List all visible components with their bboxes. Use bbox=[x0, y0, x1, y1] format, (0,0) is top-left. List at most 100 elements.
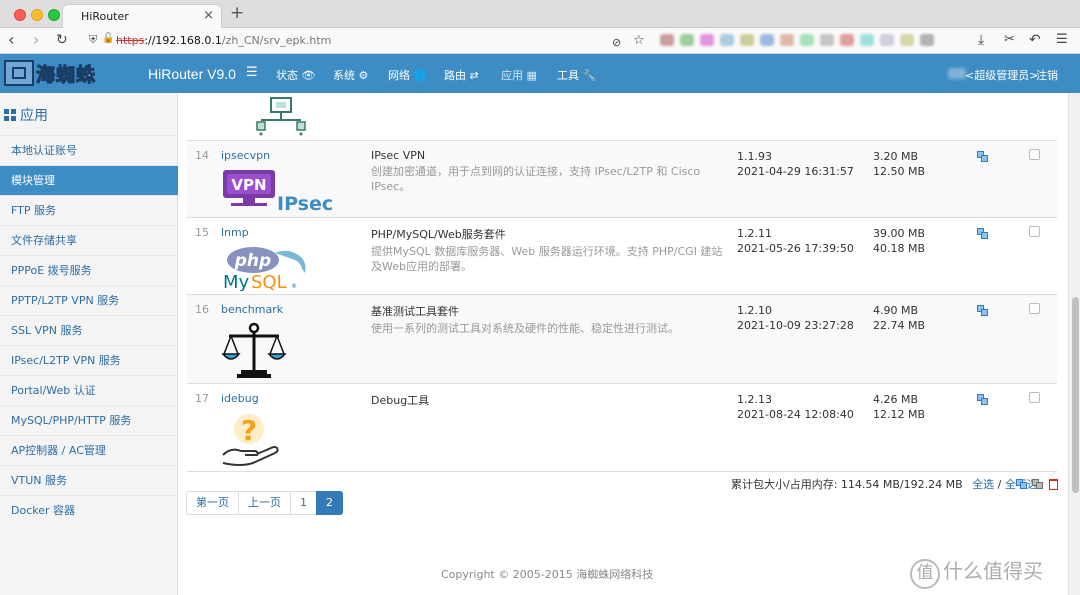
extension-icon[interactable] bbox=[740, 34, 754, 46]
update-module-icon[interactable] bbox=[977, 150, 989, 163]
module-checkbox[interactable] bbox=[1029, 225, 1040, 237]
extension-icon[interactable] bbox=[660, 34, 674, 46]
undo-icon[interactable]: ↶ bbox=[1029, 30, 1041, 50]
page-button[interactable]: 2 bbox=[316, 491, 343, 515]
module-logo: php My SQL ® bbox=[221, 245, 371, 294]
sidebar-item[interactable]: 文件存储共享 bbox=[0, 225, 178, 255]
bulk-update-icon[interactable] bbox=[1016, 477, 1028, 489]
module-name-link[interactable]: lnmp bbox=[221, 226, 371, 239]
download-icon[interactable]: ⤓ bbox=[978, 30, 984, 50]
module-package-size: 4.90 MB bbox=[873, 303, 919, 317]
new-tab-button[interactable]: + bbox=[230, 3, 244, 23]
extension-icon[interactable] bbox=[760, 34, 774, 46]
extension-icon[interactable] bbox=[820, 34, 834, 46]
sidebar-item[interactable]: PPPoE 拨号服务 bbox=[0, 255, 178, 285]
hamburger-icon[interactable]: ☰ bbox=[246, 65, 258, 80]
module-name-link[interactable]: idebug bbox=[221, 392, 371, 405]
sidebar: 应用 本地认证账号 模块管理 FTP 服务 文件存储共享 PPPoE 拨号服务 PPTP/… bbox=[0, 93, 178, 595]
ipsec-vpn-logo: VPN IPsec bbox=[223, 169, 333, 215]
extension-icon[interactable] bbox=[680, 34, 694, 46]
sidebar-item[interactable]: Docker 容器 bbox=[0, 495, 178, 525]
module-version-cell: 1.2.10 2021-10-09 23:27:28 bbox=[737, 294, 873, 384]
sidebar-item[interactable]: SSL VPN 服务 bbox=[0, 315, 178, 345]
extension-icon[interactable] bbox=[720, 34, 734, 46]
sidebar-item[interactable]: AP控制器 / AC管理 bbox=[0, 435, 178, 465]
module-checkbox[interactable] bbox=[1029, 391, 1040, 403]
menu-tools[interactable]: 工具 🔧 bbox=[557, 67, 596, 83]
extension-icon[interactable] bbox=[780, 34, 794, 46]
extension-icon[interactable] bbox=[700, 34, 714, 46]
summary-separator: / bbox=[997, 478, 1002, 491]
module-description-cell: IPsec VPN 创建加密通道，用于点到网的认证连接，支持 IPsec/L2TP… bbox=[371, 140, 737, 218]
camera-permission-icon[interactable]: ⊘ bbox=[612, 33, 621, 53]
logout-link[interactable]: 注销 bbox=[1036, 67, 1058, 83]
sidebar-item[interactable]: IPsec/L2TP VPN 服务 bbox=[0, 345, 178, 375]
module-memory-size: 22.74 MB bbox=[873, 318, 926, 332]
menu-status[interactable]: 状态 👁 bbox=[276, 67, 315, 83]
sidebar-item[interactable]: 模块管理 bbox=[0, 165, 178, 195]
table-row: 16 benchmark 基准测试工具套件 使用一系列的测试工具对系统及硬件的性能、稳… bbox=[187, 294, 1057, 384]
row-number: 14 bbox=[187, 140, 221, 218]
extensions-strip bbox=[660, 34, 960, 48]
forward-icon[interactable]: › bbox=[33, 30, 39, 50]
menu-icon[interactable]: ☰ bbox=[1056, 30, 1068, 50]
back-icon[interactable]: ‹ bbox=[8, 30, 14, 50]
address-bar[interactable]: https://192.168.0.1/zh_CN/srv_epk.htm bbox=[116, 34, 331, 47]
bulk-copy-icon[interactable] bbox=[1031, 477, 1044, 489]
extension-icon[interactable] bbox=[880, 34, 894, 46]
maximize-window-button[interactable] bbox=[48, 9, 60, 21]
watermark: 值什么值得买 bbox=[910, 555, 1043, 589]
module-title: 基准测试工具套件 bbox=[371, 304, 459, 318]
module-title: PHP/MySQL/Web服务套件 bbox=[371, 227, 506, 241]
update-module-icon[interactable] bbox=[977, 393, 989, 406]
extension-icon[interactable] bbox=[800, 34, 814, 46]
menu-apps[interactable]: 应用 ▦ bbox=[501, 67, 537, 83]
tab-close-icon[interactable]: × bbox=[203, 8, 214, 23]
extension-icon[interactable] bbox=[900, 34, 914, 46]
module-name-link[interactable]: ipsecvpn bbox=[221, 149, 371, 162]
module-checkbox[interactable] bbox=[1029, 302, 1040, 314]
sidebar-item[interactable]: FTP 服务 bbox=[0, 195, 178, 225]
page-button[interactable]: 1 bbox=[290, 491, 317, 515]
module-description: 提供MySQL 数据库服务器、Web 服务器运行环境。支持 PHP/CGI 建站… bbox=[371, 244, 723, 273]
table-row-previous bbox=[187, 93, 1057, 141]
sidebar-heading: 应用 bbox=[4, 105, 48, 125]
close-window-button[interactable] bbox=[14, 9, 26, 21]
module-version: 1.1.93 bbox=[737, 149, 772, 163]
module-name-link[interactable]: benchmark bbox=[221, 303, 371, 316]
sidebar-item[interactable]: Portal/Web 认证 bbox=[0, 375, 178, 405]
module-checkbox[interactable] bbox=[1029, 148, 1040, 160]
grid-icon bbox=[4, 109, 16, 121]
reload-icon[interactable]: ↻ bbox=[56, 30, 68, 50]
sidebar-item[interactable]: PPTP/L2TP VPN 服务 bbox=[0, 285, 178, 315]
menu-routing[interactable]: 路由 ⇄ bbox=[444, 67, 479, 83]
sidebar-item[interactable]: 本地认证账号 bbox=[0, 135, 178, 165]
page-button[interactable]: 上一页 bbox=[238, 491, 291, 515]
menu-system[interactable]: 系统 ⚙ bbox=[333, 67, 368, 83]
trash-icon[interactable] bbox=[1049, 479, 1058, 490]
bookmark-star-icon[interactable]: ☆ bbox=[633, 31, 645, 51]
sidebar-item[interactable]: MySQL/PHP/HTTP 服务 bbox=[0, 405, 178, 435]
module-action-cell bbox=[977, 294, 1029, 384]
module-size-cell: 4.90 MB 22.74 MB bbox=[873, 294, 977, 384]
update-module-icon[interactable] bbox=[977, 227, 989, 240]
module-name-cell: ipsecvpn VPN IPsec bbox=[221, 140, 371, 218]
scissors-icon[interactable]: ✂ bbox=[1004, 30, 1015, 50]
page-scrollbar[interactable] bbox=[1068, 93, 1080, 595]
insecure-lock-icon[interactable]: 🔓 bbox=[102, 33, 114, 44]
extension-icon[interactable] bbox=[920, 34, 934, 46]
extension-icon[interactable] bbox=[840, 34, 854, 46]
extension-icon[interactable] bbox=[860, 34, 874, 46]
app-title: HiRouter V9.0 bbox=[148, 66, 236, 82]
sidebar-item[interactable]: VTUN 服务 bbox=[0, 465, 178, 495]
user-role[interactable]: <超级管理员> bbox=[965, 67, 1038, 83]
update-module-icon[interactable] bbox=[977, 304, 989, 317]
module-description: 创建加密通道，用于点到网的认证连接，支持 IPsec/L2TP 和 Cisco … bbox=[371, 164, 701, 193]
scrollbar-thumb[interactable] bbox=[1072, 297, 1079, 493]
browser-tab[interactable]: HiRouter × bbox=[62, 4, 222, 28]
page-button[interactable]: 第一页 bbox=[186, 491, 239, 515]
shield-icon[interactable]: ⛨ bbox=[89, 33, 97, 47]
select-all-link[interactable]: 全选 bbox=[972, 478, 994, 491]
menu-network[interactable]: 网络 🌐 bbox=[388, 67, 427, 83]
minimize-window-button[interactable] bbox=[31, 9, 43, 21]
